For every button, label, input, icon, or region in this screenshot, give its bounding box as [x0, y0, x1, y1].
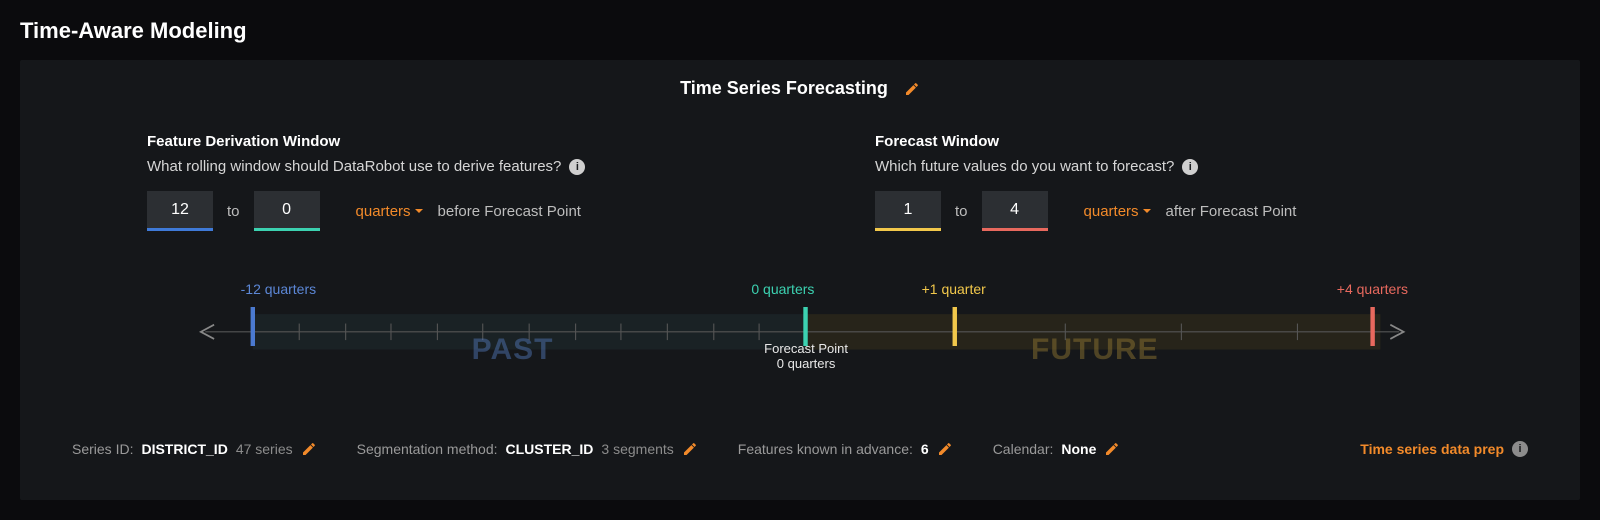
fw-suffix: after Forecast Point — [1166, 203, 1297, 220]
segmentation-value: CLUSTER_ID — [506, 441, 594, 457]
fdw-join-label: to — [227, 203, 240, 220]
timeline-past-start-label: -12 quarters — [241, 281, 316, 297]
pencil-icon[interactable] — [937, 441, 953, 457]
calendar-value: None — [1061, 441, 1096, 457]
footer-row: Series ID: DISTRICT_ID 47 series Segment… — [72, 441, 1528, 457]
pencil-icon[interactable] — [682, 441, 698, 457]
fw-join-label: to — [955, 203, 968, 220]
fw-unit-label: quarters — [1084, 203, 1139, 220]
chevron-down-icon — [1142, 206, 1152, 216]
fdw-suffix: before Forecast Point — [438, 203, 581, 220]
series-count: 47 series — [236, 441, 293, 457]
fw-unit-dropdown[interactable]: quarters — [1084, 203, 1152, 220]
section-title: Time Series Forecasting — [680, 78, 888, 99]
fdw-question: What rolling window should DataRobot use… — [147, 158, 561, 175]
fw-column: Forecast Window Which future values do y… — [800, 133, 1528, 231]
segmentation-item: Segmentation method: CLUSTER_ID 3 segmen… — [357, 441, 698, 457]
pencil-icon[interactable] — [1104, 441, 1120, 457]
calendar-item: Calendar: None — [993, 441, 1121, 457]
timeline: -12 quarters 0 quarters +1 quarter +4 qu… — [192, 281, 1408, 411]
pencil-icon[interactable] — [301, 441, 317, 457]
timeline-future-end-label: +4 quarters — [1337, 281, 1408, 297]
fdw-unit-dropdown[interactable]: quarters — [356, 203, 424, 220]
info-icon[interactable]: i — [1182, 159, 1198, 175]
kia-value: 6 — [921, 441, 929, 457]
info-icon[interactable]: i — [1512, 441, 1528, 457]
fdw-from-input[interactable] — [147, 191, 213, 231]
series-id-label: Series ID: — [72, 441, 133, 457]
fdw-heading: Feature Derivation Window — [147, 133, 725, 150]
chevron-down-icon — [414, 206, 424, 216]
fdw-column: Feature Derivation Window What rolling w… — [72, 133, 800, 231]
kia-item: Features known in advance: 6 — [738, 441, 953, 457]
fw-from-input[interactable] — [875, 191, 941, 231]
page-title: Time-Aware Modeling — [20, 18, 1580, 44]
fdw-to-input[interactable] — [254, 191, 320, 231]
window-config-row: Feature Derivation Window What rolling w… — [72, 133, 1528, 231]
segmentation-count: 3 segments — [601, 441, 673, 457]
info-icon[interactable]: i — [569, 159, 585, 175]
ts-data-prep-label: Time series data prep — [1360, 441, 1504, 457]
fw-heading: Forecast Window — [875, 133, 1453, 150]
pencil-icon[interactable] — [904, 81, 920, 97]
kia-label: Features known in advance: — [738, 441, 913, 457]
ts-panel: Time Series Forecasting Feature Derivati… — [20, 60, 1580, 500]
segmentation-label: Segmentation method: — [357, 441, 498, 457]
calendar-label: Calendar: — [993, 441, 1054, 457]
timeline-past-end-label: 0 quarters — [751, 281, 814, 297]
fw-question: Which future values do you want to forec… — [875, 158, 1174, 175]
forecast-point-label: Forecast Point 0 quarters — [764, 341, 848, 371]
timeline-future-start-label: +1 quarter — [922, 281, 986, 297]
fdw-unit-label: quarters — [356, 203, 411, 220]
series-id-value: DISTRICT_ID — [141, 441, 227, 457]
ts-data-prep-link[interactable]: Time series data prep i — [1360, 441, 1528, 457]
section-title-row: Time Series Forecasting — [72, 78, 1528, 99]
series-id-item: Series ID: DISTRICT_ID 47 series — [72, 441, 317, 457]
fw-to-input[interactable] — [982, 191, 1048, 231]
